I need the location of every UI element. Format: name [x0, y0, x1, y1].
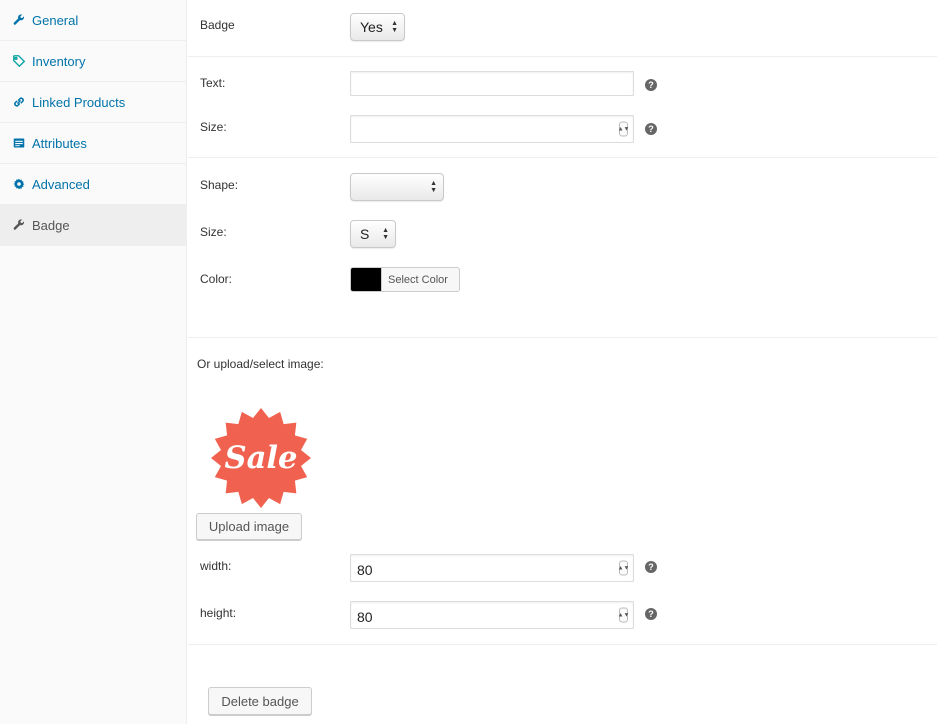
badge-toggle-section: Badge Yes ▲ ▼: [188, 0, 937, 57]
wrench-icon: [12, 14, 25, 27]
text-size-label: Size:: [200, 120, 227, 134]
upload-heading: Or upload/select image:: [197, 357, 324, 371]
stepper-icon[interactable]: ▲▼: [618, 121, 629, 137]
tab-general-label: General: [32, 12, 79, 28]
shape-size-select-value: S: [360, 226, 370, 242]
tag-icon: [12, 55, 25, 68]
shape-section: Shape: ▲ ▼ Size: S ▲ ▼ Color:: [188, 158, 937, 338]
tab-badge[interactable]: Badge: [0, 205, 186, 246]
width-field[interactable]: ▲▼: [350, 554, 634, 582]
wrench-icon: [12, 219, 25, 232]
gear-icon: [12, 178, 25, 191]
delete-badge-button[interactable]: Delete badge: [208, 687, 312, 715]
select-arrows-icon: ▲ ▼: [430, 180, 437, 194]
badge-select[interactable]: Yes ▲ ▼: [350, 13, 405, 41]
color-swatch: [351, 268, 382, 291]
link-icon: [12, 96, 25, 109]
tab-attributes-label: Attributes: [32, 135, 87, 151]
tab-linked-products-label: Linked Products: [32, 94, 126, 110]
sale-badge-text: Sale: [225, 440, 298, 476]
badge-text-input[interactable]: [350, 71, 634, 96]
shape-size-select[interactable]: S ▲ ▼: [350, 220, 396, 248]
text-size-input[interactable]: [350, 115, 634, 143]
text-label: Text:: [200, 76, 226, 90]
tab-advanced-label: Advanced: [32, 176, 90, 192]
product-data-tabs: General Inventory Linked Products Attrib…: [0, 0, 187, 724]
list-icon: [12, 137, 25, 150]
height-field[interactable]: ▲▼: [350, 601, 634, 629]
tab-general[interactable]: General: [0, 0, 186, 41]
tab-advanced[interactable]: Advanced: [0, 164, 186, 205]
help-icon[interactable]: ?: [645, 123, 657, 135]
tab-attributes[interactable]: Attributes: [0, 123, 186, 164]
stepper-icon[interactable]: ▲▼: [618, 560, 629, 576]
select-arrows-icon: ▲ ▼: [391, 20, 398, 34]
sale-badge-image: Sale: [211, 408, 311, 508]
height-input[interactable]: [350, 601, 634, 629]
height-label: height:: [200, 606, 237, 620]
width-input[interactable]: [350, 554, 634, 582]
help-icon[interactable]: ?: [645, 561, 657, 573]
upload-image-button[interactable]: Upload image: [196, 513, 302, 540]
tab-inventory-label: Inventory: [32, 53, 86, 69]
help-icon[interactable]: ?: [645, 79, 657, 91]
select-color-button[interactable]: Select Color: [350, 267, 460, 292]
shape-label: Shape:: [200, 178, 239, 192]
stepper-icon[interactable]: ▲▼: [618, 607, 629, 623]
tab-inventory[interactable]: Inventory: [0, 41, 186, 82]
badge-label: Badge: [200, 18, 235, 32]
color-label: Color:: [200, 272, 233, 286]
shape-size-label: Size:: [200, 225, 227, 239]
shape-select[interactable]: ▲ ▼: [350, 173, 444, 201]
select-color-label: Select Color: [388, 273, 448, 286]
width-label: width:: [200, 559, 232, 573]
tab-badge-label: Badge: [32, 217, 70, 233]
select-arrows-icon: ▲ ▼: [382, 227, 389, 241]
text-size-field[interactable]: ▲▼: [350, 115, 634, 143]
badge-panel: Badge Yes ▲ ▼ Text: ? Size: ▲▼ ? Shape: ▲…: [188, 0, 937, 724]
text-section: Text: ? Size: ▲▼ ?: [188, 57, 937, 158]
badge-select-value: Yes: [360, 19, 383, 35]
help-icon[interactable]: ?: [645, 608, 657, 620]
tab-linked-products[interactable]: Linked Products: [0, 82, 186, 123]
